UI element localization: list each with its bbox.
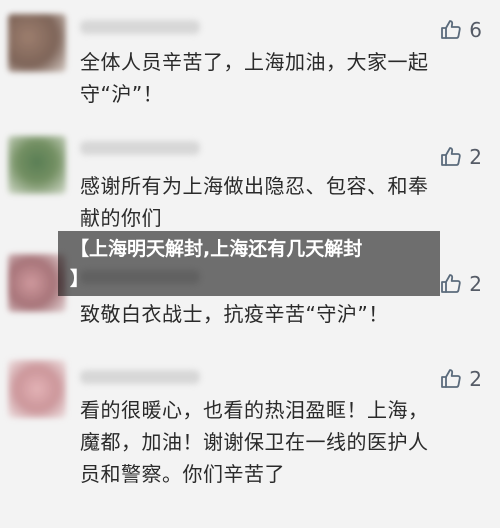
comment-text: 看的很暖心，也看的热泪盈眶！上海， 魔都，加油！谢谢保卫在一线的医护人 员和警察…: [80, 398, 429, 486]
avatar[interactable]: [8, 360, 66, 418]
username-blurred[interactable]: [80, 141, 200, 155]
comment-text: 感谢所有为上海做出隐忍、包容、和奉 献的你们: [80, 174, 429, 230]
like-button[interactable]: 6: [439, 18, 482, 42]
comment-text: 全体人员辛苦了，上海加油，大家一起 守“沪”！: [80, 50, 429, 106]
headline-overlay: 【上海明天解封,上海还有几天解封 】: [58, 231, 440, 296]
avatar[interactable]: [8, 136, 66, 194]
thumbs-up-icon: [439, 18, 463, 42]
username-blurred[interactable]: [80, 20, 200, 34]
like-button[interactable]: 2: [439, 272, 482, 296]
avatar[interactable]: [8, 14, 66, 72]
like-button[interactable]: 2: [439, 367, 482, 391]
username-blurred[interactable]: [80, 370, 200, 384]
like-count: 6: [469, 18, 482, 42]
like-button[interactable]: 2: [439, 145, 482, 169]
thumbs-up-icon: [439, 272, 463, 296]
headline-text: 【上海明天解封,上海还有几天解封 】: [70, 238, 363, 290]
thumbs-up-icon: [439, 145, 463, 169]
comment-text: 致敬白衣战士，抗疫辛苦“守沪”！: [80, 302, 389, 326]
like-count: 2: [469, 272, 482, 296]
like-count: 2: [469, 367, 482, 391]
like-count: 2: [469, 145, 482, 169]
thumbs-up-icon: [439, 367, 463, 391]
